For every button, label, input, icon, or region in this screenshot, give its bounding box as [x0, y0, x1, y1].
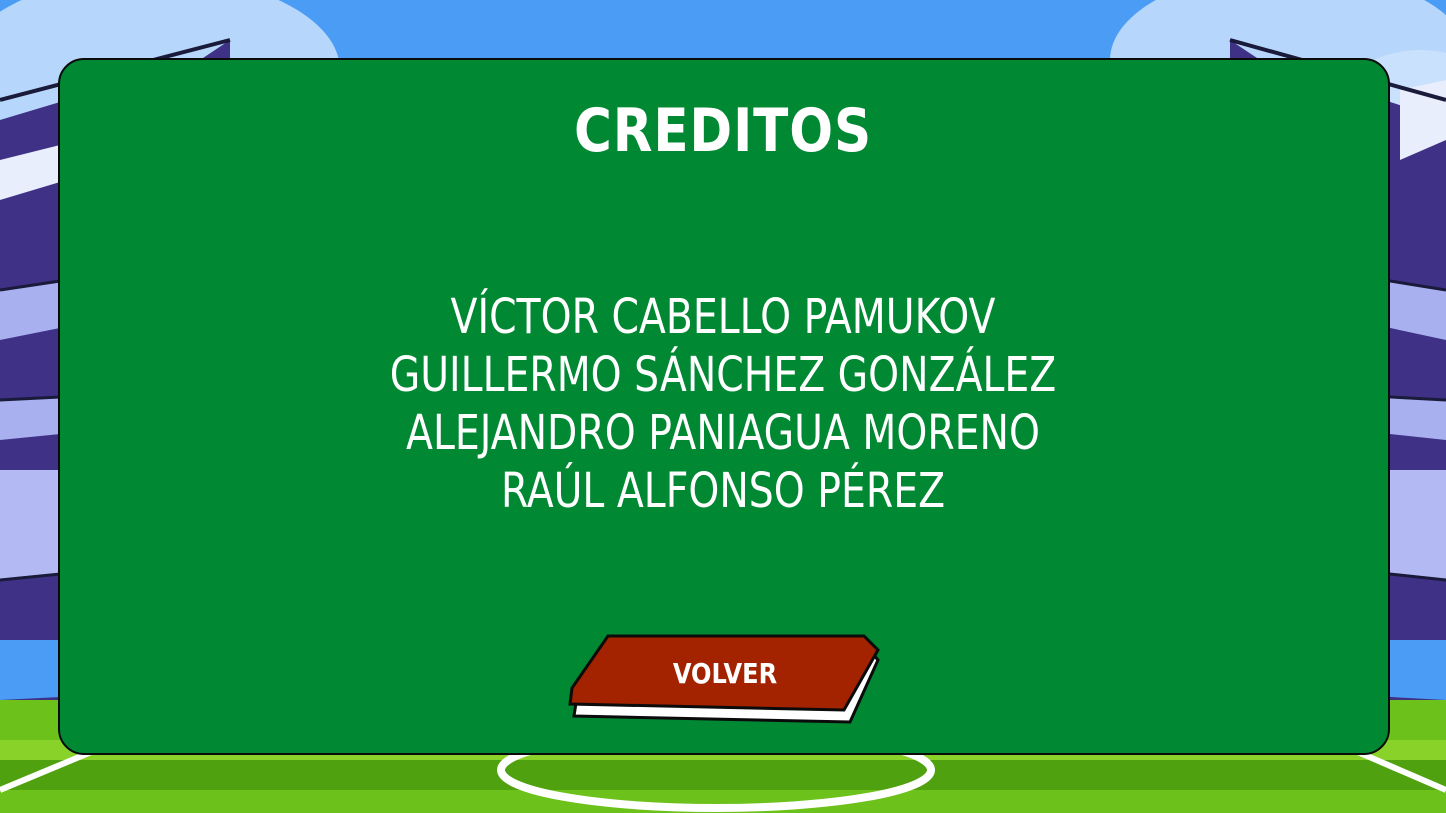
credit-name: RAÚL ALFONSO PÉREZ: [500, 463, 946, 519]
back-button-label: VOLVER: [672, 657, 778, 690]
credit-name: VÍCTOR CABELLO PAMUKOV: [450, 289, 996, 345]
credit-name: GUILLERMO SÁNCHEZ GONZÁLEZ: [389, 347, 1057, 403]
credit-name: ALEJANDRO PANIAGUA MORENO: [406, 405, 1040, 461]
page-title: CREDITOS: [574, 96, 872, 166]
back-button[interactable]: VOLVER: [566, 632, 884, 728]
credits-list: VÍCTOR CABELLO PAMUKOV GUILLERMO SÁNCHEZ…: [0, 288, 1446, 520]
credits-screen: CREDITOS VÍCTOR CABELLO PAMUKOV GUILLERM…: [0, 0, 1446, 813]
